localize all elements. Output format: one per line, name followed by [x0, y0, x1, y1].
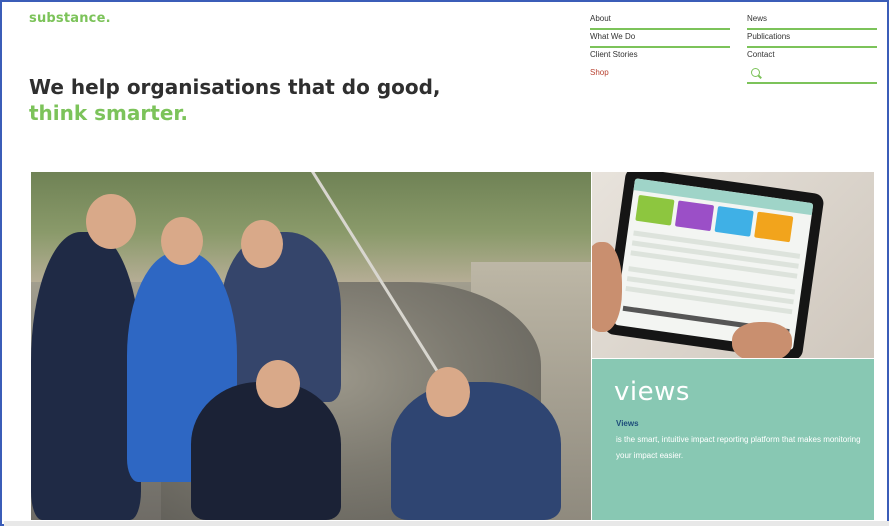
nav-item-what-we-do[interactable]: What We Do: [590, 30, 730, 48]
browser-frame: substance. We help organisations that do…: [0, 0, 889, 526]
hero-photo: [31, 172, 591, 520]
nav-item-contact[interactable]: Contact: [747, 48, 877, 66]
site-logo[interactable]: substance.: [29, 11, 111, 26]
nav-item-publications[interactable]: Publications: [747, 30, 877, 48]
hero-headline: We help organisations that do good, thin…: [29, 74, 441, 126]
search-box[interactable]: [747, 66, 877, 84]
tablet-photo[interactable]: [592, 172, 874, 358]
views-label: Views: [616, 419, 639, 428]
nav-item-client-stories[interactable]: Client Stories: [590, 48, 730, 66]
nav-item-about[interactable]: About: [590, 12, 730, 30]
headline-line-1: We help organisations that do good,: [29, 75, 441, 99]
page-bottom-strip: [4, 521, 889, 526]
views-description: is the smart, intuitive impact reporting…: [616, 435, 861, 460]
views-promo-panel[interactable]: views Views is the smart, intuitive impa…: [592, 359, 874, 520]
search-icon[interactable]: [751, 68, 760, 77]
tablet-screen: [614, 178, 814, 350]
tablet-device: [603, 172, 825, 358]
main-nav: About What We Do Client Stories Shop New…: [590, 12, 880, 88]
headline-line-2: think smarter.: [29, 101, 188, 125]
nav-item-shop[interactable]: Shop: [590, 66, 730, 84]
nav-item-news[interactable]: News: [747, 12, 877, 30]
views-logo: views: [614, 377, 690, 407]
